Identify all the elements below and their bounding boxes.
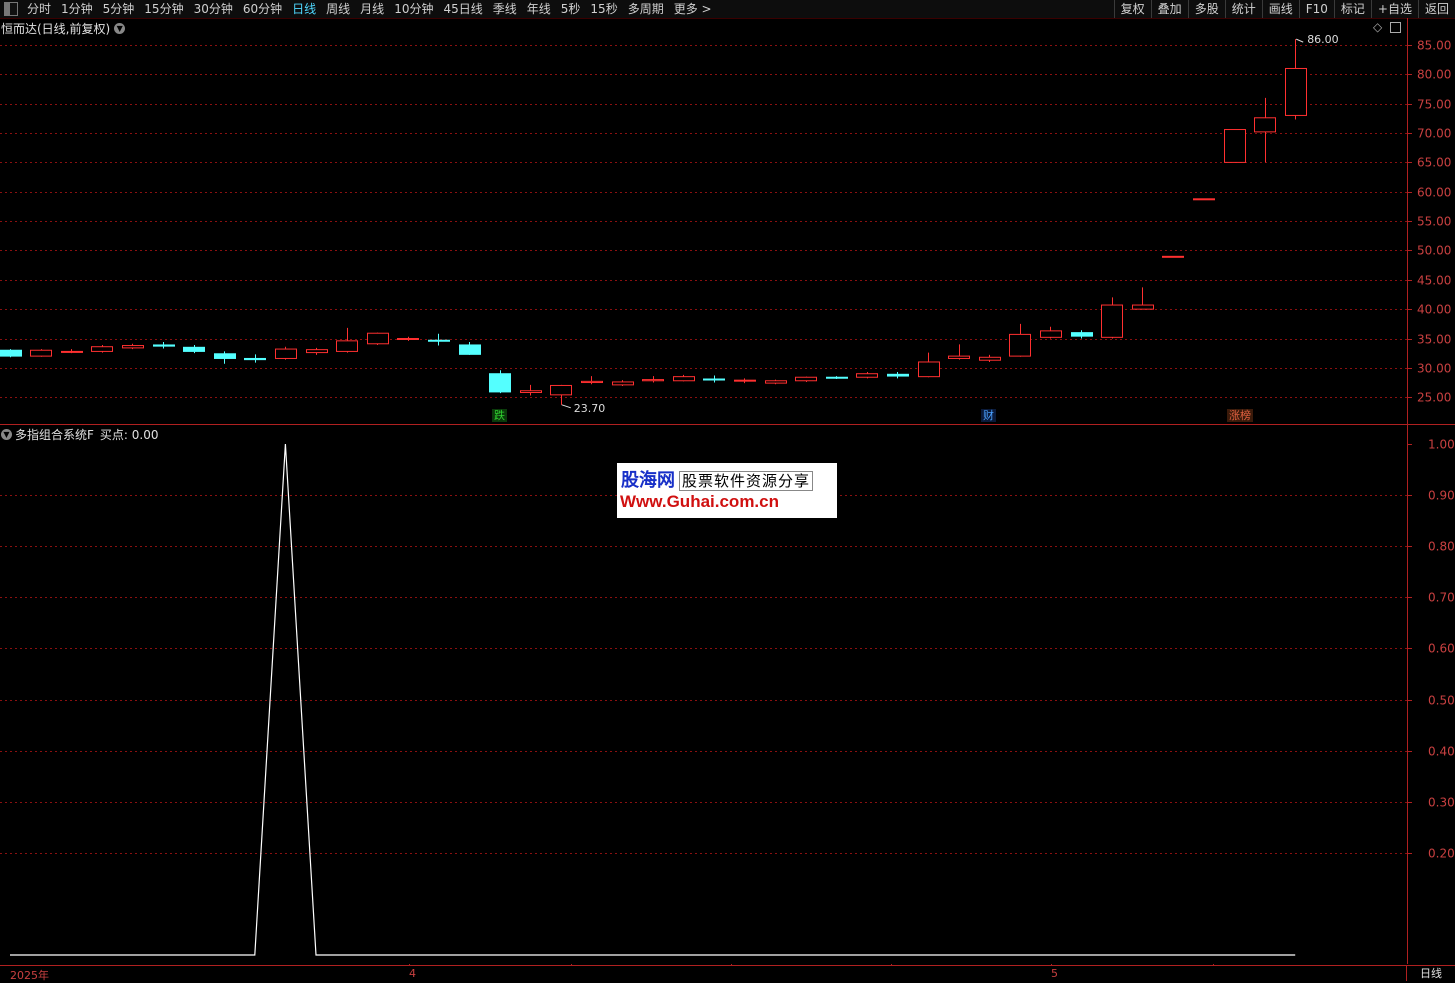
y-tick-label: 0.60 bbox=[1428, 642, 1455, 656]
candle-body bbox=[489, 373, 511, 393]
candle-body bbox=[856, 373, 878, 378]
y-tick-label: 50.00 bbox=[1417, 244, 1451, 258]
candle-body bbox=[642, 379, 664, 382]
candle-body bbox=[612, 381, 634, 386]
candle-body bbox=[153, 344, 175, 347]
candle-body bbox=[122, 345, 144, 349]
candle-body bbox=[734, 379, 756, 382]
y-tick-label: 25.00 bbox=[1417, 391, 1451, 405]
candle-body bbox=[765, 380, 787, 384]
candle-body bbox=[887, 373, 909, 377]
y-tick-label: 75.00 bbox=[1417, 98, 1451, 112]
watermark-brand: 股海网 bbox=[621, 470, 675, 491]
candle-body bbox=[0, 349, 22, 357]
candle-body bbox=[1162, 255, 1184, 258]
candle-body bbox=[948, 355, 970, 359]
candle-body bbox=[244, 357, 266, 361]
event-badge-finance[interactable]: 财 bbox=[981, 409, 996, 422]
candle-body bbox=[30, 349, 52, 357]
y-tick-label: 0.90 bbox=[1428, 489, 1455, 503]
candle-body bbox=[918, 361, 940, 378]
y-tick-label: 0.80 bbox=[1428, 540, 1455, 554]
date-label: 5 bbox=[1051, 967, 1058, 980]
candle-body bbox=[979, 356, 1001, 361]
y-tick-label: 35.00 bbox=[1417, 333, 1451, 347]
candle-body bbox=[1040, 330, 1062, 338]
candle-body bbox=[1009, 333, 1031, 357]
y-tick-label: 0.20 bbox=[1428, 847, 1455, 861]
watermark-logo: 股海网 股票软件资源分享 Www.Guhai.com.cn bbox=[617, 463, 837, 518]
candle-body bbox=[183, 346, 205, 352]
min-marker bbox=[561, 404, 571, 409]
y-tick-label: 0.70 bbox=[1428, 591, 1455, 605]
candle-body bbox=[826, 376, 848, 379]
candle-body bbox=[703, 378, 725, 381]
max-marker bbox=[1296, 38, 1304, 43]
candle-body bbox=[1254, 117, 1276, 133]
candle-body bbox=[91, 346, 113, 352]
y-tick-label: 45.00 bbox=[1417, 274, 1451, 288]
candle-body bbox=[1132, 304, 1154, 310]
candle-body bbox=[306, 349, 328, 354]
watermark-line1: 股海网 股票软件资源分享 bbox=[621, 466, 814, 492]
candle-body bbox=[428, 339, 450, 342]
candle-body bbox=[550, 384, 572, 396]
y-tick-label: 70.00 bbox=[1417, 127, 1451, 141]
candle-body bbox=[397, 338, 419, 340]
y-tick-label: 85.00 bbox=[1417, 39, 1451, 53]
candle-body bbox=[520, 390, 542, 394]
y-tick-label: 40.00 bbox=[1417, 303, 1451, 317]
candle-body bbox=[214, 353, 236, 359]
watermark-url: Www.Guhai.com.cn bbox=[620, 492, 779, 511]
date-axis: 2025年 4 5 日线 bbox=[0, 965, 1455, 982]
candle-body bbox=[1071, 332, 1093, 337]
indicator-line bbox=[10, 443, 1296, 956]
watermark-slogan: 股票软件资源分享 bbox=[679, 471, 814, 491]
y-tick-label: 80.00 bbox=[1417, 68, 1451, 82]
candle-body bbox=[336, 340, 358, 352]
candle-body bbox=[1101, 304, 1123, 338]
y-tick-label: 55.00 bbox=[1417, 215, 1451, 229]
y-tick-label: 60.00 bbox=[1417, 186, 1451, 200]
y-tick-label: 30.00 bbox=[1417, 362, 1451, 376]
y-tick-label: 1.00 bbox=[1428, 438, 1455, 452]
candle-body bbox=[1285, 67, 1307, 116]
date-label: 2025年 bbox=[10, 969, 49, 982]
y-tick-label: 0.30 bbox=[1428, 796, 1455, 810]
candle-body bbox=[1193, 198, 1215, 201]
y-tick-label: 0.50 bbox=[1428, 694, 1455, 708]
candle-body bbox=[459, 344, 481, 355]
candle-body bbox=[1224, 129, 1246, 163]
event-badge-limit-up[interactable]: 涨榜 bbox=[1227, 409, 1253, 422]
event-badge-fall[interactable]: 跌 bbox=[492, 409, 507, 422]
candle-body bbox=[367, 332, 389, 345]
candle-body bbox=[275, 348, 297, 359]
y-tick-label: 0.40 bbox=[1428, 745, 1455, 759]
y-tick-label: 65.00 bbox=[1417, 156, 1451, 170]
candle-body bbox=[61, 350, 83, 353]
date-label: 4 bbox=[409, 967, 416, 980]
candle-body bbox=[581, 380, 603, 384]
candle-body bbox=[795, 376, 817, 382]
min-price-label: 23.70 bbox=[574, 402, 606, 415]
period-button[interactable]: 日线 bbox=[1406, 966, 1455, 981]
candle-body bbox=[673, 376, 695, 382]
max-price-label: 86.00 bbox=[1307, 33, 1339, 46]
